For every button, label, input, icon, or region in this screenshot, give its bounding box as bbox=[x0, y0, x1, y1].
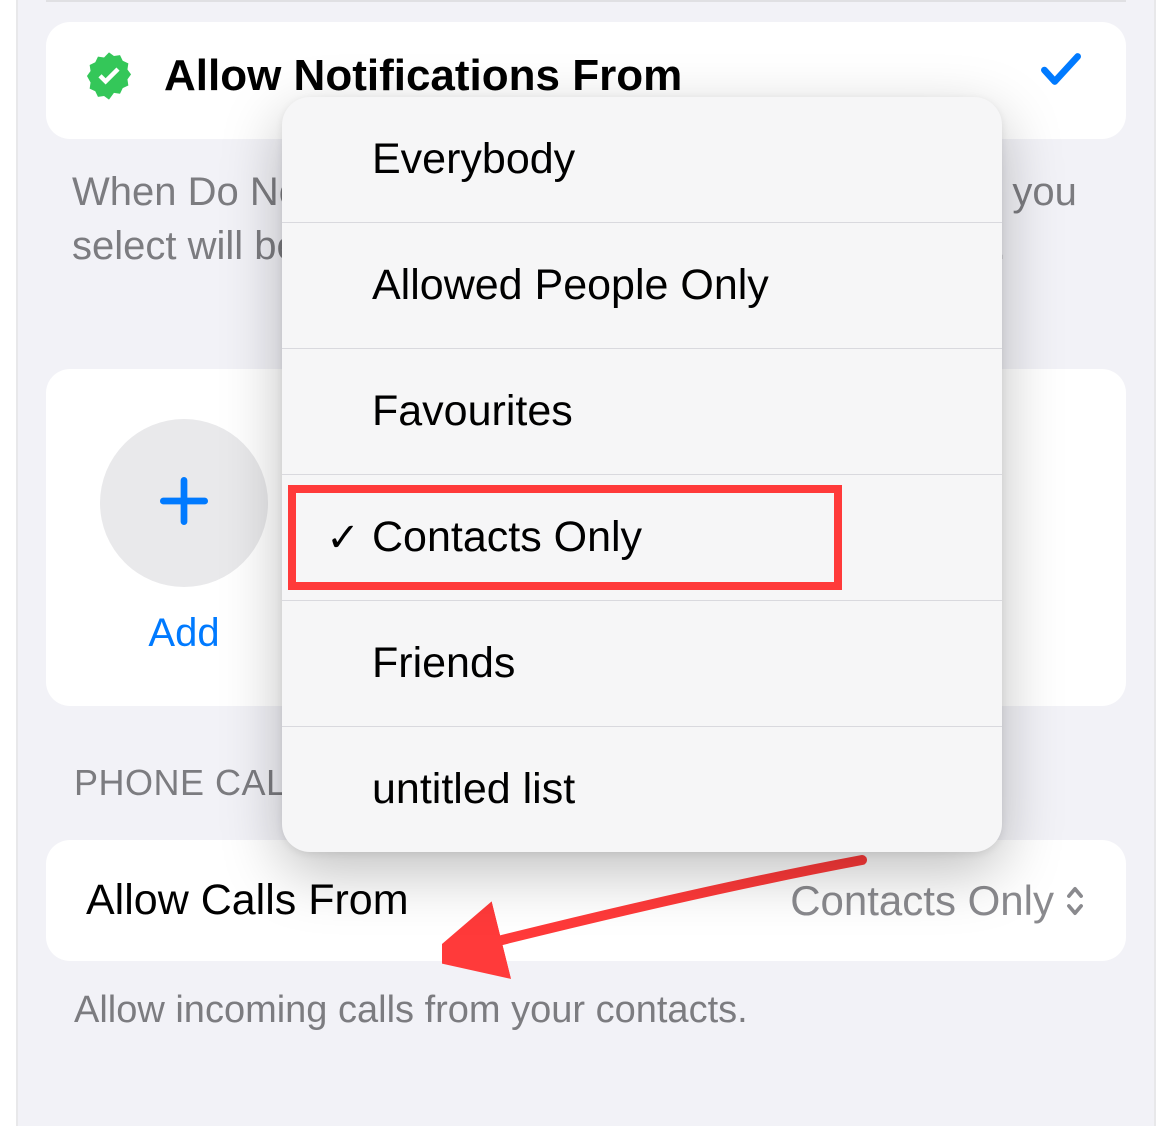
dropdown-option-untitled-list[interactable]: untitled list bbox=[282, 727, 1002, 852]
add-person-button[interactable]: Add bbox=[100, 419, 268, 656]
allow-calls-value-wrap: Contacts Only bbox=[790, 877, 1086, 925]
verified-badge-icon bbox=[82, 49, 136, 103]
up-down-chevron-icon bbox=[1064, 883, 1086, 919]
divider bbox=[46, 0, 1126, 2]
allow-notifications-title: Allow Notifications From bbox=[164, 51, 1008, 101]
allow-calls-label: Allow Calls From bbox=[86, 876, 409, 925]
checkmark-icon bbox=[1036, 44, 1086, 107]
dropdown-option-friends[interactable]: Friends bbox=[282, 601, 1002, 727]
allow-calls-value: Contacts Only bbox=[790, 877, 1054, 925]
phone-calls-footer: Allow incoming calls from your contacts. bbox=[18, 961, 1154, 1042]
allow-calls-from-row[interactable]: Allow Calls From Contacts Only bbox=[46, 840, 1126, 961]
dropdown-option-everybody[interactable]: Everybody bbox=[282, 97, 1002, 223]
check-icon: ✓ bbox=[314, 515, 372, 561]
dropdown-option-favourites[interactable]: Favourites bbox=[282, 349, 1002, 475]
calls-from-dropdown: Everybody Allowed People Only Favourites… bbox=[282, 97, 1002, 852]
plus-icon bbox=[153, 470, 215, 537]
dropdown-option-contacts-only[interactable]: ✓ Contacts Only bbox=[282, 475, 1002, 601]
add-circle[interactable] bbox=[100, 419, 268, 587]
dropdown-option-allowed-people[interactable]: Allowed People Only bbox=[282, 223, 1002, 349]
add-label: Add bbox=[148, 611, 219, 656]
